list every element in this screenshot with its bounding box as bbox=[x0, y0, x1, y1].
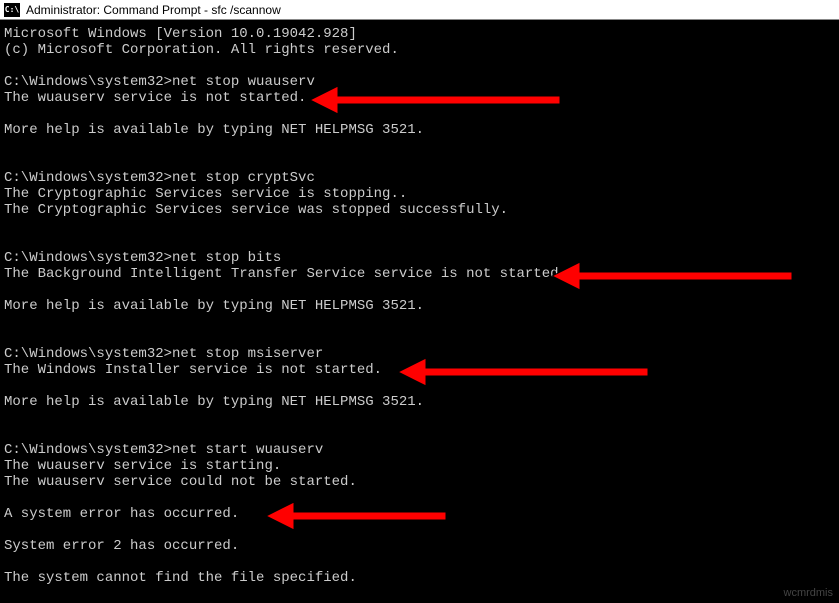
terminal-line: C:\Windows\system32>net stop wuauserv bbox=[4, 74, 835, 90]
terminal-line bbox=[4, 282, 835, 298]
terminal-line: The Cryptographic Services service was s… bbox=[4, 202, 835, 218]
terminal-line: More help is available by typing NET HEL… bbox=[4, 394, 835, 410]
terminal-line: More help is available by typing NET HEL… bbox=[4, 122, 835, 138]
terminal-line: The Windows Installer service is not sta… bbox=[4, 362, 835, 378]
terminal-line bbox=[4, 554, 835, 570]
terminal-line: Microsoft Windows [Version 10.0.19042.92… bbox=[4, 26, 835, 42]
terminal-line: The wuauserv service is starting. bbox=[4, 458, 835, 474]
window-title: Administrator: Command Prompt - sfc /sca… bbox=[26, 3, 281, 17]
terminal-line bbox=[4, 154, 835, 170]
terminal-line: C:\Windows\system32>net stop cryptSvc bbox=[4, 170, 835, 186]
terminal-line bbox=[4, 490, 835, 506]
terminal-line: The system cannot find the file specifie… bbox=[4, 570, 835, 586]
terminal-line: C:\Windows\system32>net start wuauserv bbox=[4, 442, 835, 458]
terminal-line: (c) Microsoft Corporation. All rights re… bbox=[4, 42, 835, 58]
terminal-line: C:\Windows\system32>net stop bits bbox=[4, 250, 835, 266]
terminal-line bbox=[4, 218, 835, 234]
terminal-line bbox=[4, 58, 835, 74]
terminal-line bbox=[4, 410, 835, 426]
terminal-line bbox=[4, 522, 835, 538]
terminal-line: System error 2 has occurred. bbox=[4, 538, 835, 554]
terminal-line: C:\Windows\system32>net stop msiserver bbox=[4, 346, 835, 362]
terminal-line: A system error has occurred. bbox=[4, 506, 835, 522]
terminal-line bbox=[4, 234, 835, 250]
terminal-line: The Background Intelligent Transfer Serv… bbox=[4, 266, 835, 282]
terminal-line bbox=[4, 426, 835, 442]
terminal-output[interactable]: Microsoft Windows [Version 10.0.19042.92… bbox=[0, 20, 839, 592]
terminal-line bbox=[4, 314, 835, 330]
terminal-line: The Cryptographic Services service is st… bbox=[4, 186, 835, 202]
terminal-line bbox=[4, 330, 835, 346]
watermark-text: wcmrdmis bbox=[784, 587, 834, 599]
terminal-line bbox=[4, 106, 835, 122]
terminal-line bbox=[4, 378, 835, 394]
cmd-icon: C:\ bbox=[4, 3, 20, 17]
terminal-line: The wuauserv service could not be starte… bbox=[4, 474, 835, 490]
window-titlebar[interactable]: C:\ Administrator: Command Prompt - sfc … bbox=[0, 0, 839, 20]
terminal-line: The wuauserv service is not started. bbox=[4, 90, 835, 106]
terminal-line bbox=[4, 138, 835, 154]
terminal-line: More help is available by typing NET HEL… bbox=[4, 298, 835, 314]
